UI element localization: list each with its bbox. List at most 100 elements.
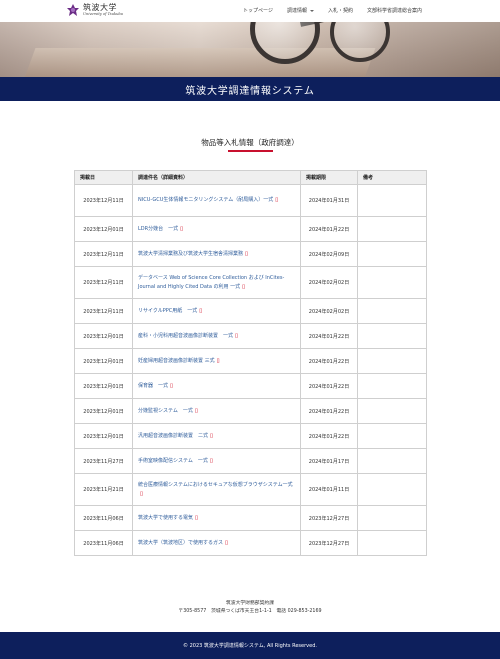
table-row: 2023年11月21日 統合医療情報システムにおけるセキュアな仮想ブラウザシステム… xyxy=(74,473,427,506)
cell-note xyxy=(357,505,427,531)
cell-deadline: 2024年02月09日 xyxy=(300,241,358,267)
item-link[interactable]: NICU-GCU生体情報モニタリングシステム（耐局購入）一式 xyxy=(138,197,273,203)
cell-note xyxy=(357,184,427,217)
cell-deadline: 2024年02月02日 xyxy=(300,266,358,299)
pdf-icon[interactable]: ▯ xyxy=(140,490,143,498)
pdf-icon[interactable]: ▯ xyxy=(217,357,220,365)
cell-deadline: 2024年01月17日 xyxy=(300,448,358,474)
pdf-icon[interactable]: ▯ xyxy=(210,457,213,465)
table-row: 2023年12月01日 汎用超音波画像診断装置 二式 ▯ 2024年01月22日 xyxy=(74,423,427,449)
pdf-icon[interactable]: ▯ xyxy=(242,283,245,291)
item-link[interactable]: 分娩監視システム 一式 xyxy=(138,408,193,414)
cell-deadline: 2024年02月02日 xyxy=(300,298,358,324)
item-link[interactable]: 筑波大学で使用する電気 xyxy=(138,515,193,521)
pdf-icon[interactable]: ▯ xyxy=(195,407,198,415)
nav-top-page-label: トップページ xyxy=(243,8,273,14)
cell-item-name: リサイクルPPC用紙 一式 ▯ xyxy=(132,298,301,324)
item-link[interactable]: LDR分娩台 一式 xyxy=(138,226,178,232)
footer-address-block: 筑波大学財務部契約課 〒305-8577 茨城県つくば市天王台1-1-1 電話 … xyxy=(0,600,500,616)
pdf-icon[interactable]: ▯ xyxy=(225,539,228,547)
cell-note xyxy=(357,398,427,424)
cell-item-name: 分娩監視システム 一式 ▯ xyxy=(132,398,301,424)
nav-procurement-info-label: 調達情報 xyxy=(286,8,307,14)
nav-mext-guide[interactable]: 文部科学省調達総合案内 xyxy=(367,7,422,14)
cell-item-name: LDR分娩台 一式 ▯ xyxy=(132,216,301,242)
item-link[interactable]: リサイクルPPC用紙 一式 xyxy=(138,308,197,314)
cell-post-date: 2023年11月06日 xyxy=(74,530,133,556)
cell-note xyxy=(357,373,427,399)
hero-book-shape xyxy=(24,48,376,77)
cell-item-name: NICU-GCU生体情報モニタリングシステム（耐局購入）一式 ▯ xyxy=(132,184,301,217)
pdf-icon[interactable]: ▯ xyxy=(170,382,173,390)
item-link[interactable]: 筑波大学清掃業務及び筑波大学生宿舎清掃業務 xyxy=(138,251,243,257)
table-row: 2023年12月11日 リサイクルPPC用紙 一式 ▯ 2024年02月02日 xyxy=(74,298,427,324)
nav-top-page[interactable]: トップページ xyxy=(243,7,273,14)
cell-deadline: 2023年12月27日 xyxy=(300,505,358,531)
item-link[interactable]: 手術室映像配信システム 一式 xyxy=(138,458,208,464)
pdf-icon[interactable]: ▯ xyxy=(245,250,248,258)
cell-post-date: 2023年12月11日 xyxy=(74,298,133,324)
cell-item-name: 筑波大学で使用する電気 ▯ xyxy=(132,505,301,531)
cell-note xyxy=(357,241,427,267)
pdf-icon[interactable]: ▯ xyxy=(195,514,198,522)
header-deadline: 掲載期限 xyxy=(300,170,358,185)
table-header-row: 掲載日 調達件名（詳細資料） 掲載期限 備考 xyxy=(74,170,427,185)
item-link[interactable]: 筑波大学（筑波地区）で使用するガス xyxy=(138,540,223,546)
university-logo[interactable]: 筑波大学 University of Tsukuba xyxy=(66,3,123,17)
cell-note xyxy=(357,473,427,506)
cell-item-name: 保育器 一式 ▯ xyxy=(132,373,301,399)
cell-post-date: 2023年12月01日 xyxy=(74,323,133,349)
item-link[interactable]: 統合医療情報システムにおけるセキュアな仮想ブラウザシステム一式 xyxy=(138,482,293,488)
nav-bidding-contract[interactable]: 入札・契約 xyxy=(328,7,353,14)
cell-note xyxy=(357,216,427,242)
table-row: 2023年12月01日 保育器 一式 ▯ 2024年01月22日 xyxy=(74,373,427,399)
cell-post-date: 2023年12月11日 xyxy=(74,241,133,267)
item-link[interactable]: 保育器 一式 xyxy=(138,383,168,389)
cell-deadline: 2024年01月22日 xyxy=(300,373,358,399)
cell-item-name: 統合医療情報システムにおけるセキュアな仮想ブラウザシステム一式 ▯ xyxy=(132,473,301,506)
table-row: 2023年11月27日 手術室映像配信システム 一式 ▯ 2024年01月17日 xyxy=(74,448,427,474)
table-row: 2023年12月11日 NICU-GCU生体情報モニタリングシステム（耐局購入）一… xyxy=(74,184,427,217)
pdf-icon[interactable]: ▯ xyxy=(275,196,278,204)
cell-item-name: 筑波大学（筑波地区）で使用するガス ▯ xyxy=(132,530,301,556)
pdf-icon[interactable]: ▯ xyxy=(199,307,202,315)
cell-post-date: 2023年11月21日 xyxy=(74,473,133,506)
cell-post-date: 2023年12月11日 xyxy=(74,266,133,299)
cell-item-name: 筑波大学清掃業務及び筑波大学生宿舎清掃業務 ▯ xyxy=(132,241,301,267)
pdf-icon[interactable]: ▯ xyxy=(210,432,213,440)
cell-item-name: 産科・小児科用超音波画像診断装置 一式 ▯ xyxy=(132,323,301,349)
pdf-icon[interactable]: ▯ xyxy=(235,332,238,340)
table-row: 2023年12月01日 産科・小児科用超音波画像診断装置 一式 ▯ 2024年01月2… xyxy=(74,323,427,349)
table-row: 2023年12月01日 LDR分娩台 一式 ▯ 2024年01月22日 xyxy=(74,216,427,242)
nav-mext-guide-label: 文部科学省調達総合案内 xyxy=(366,8,422,14)
item-link[interactable]: 妊産婦用超音波画像診断装置 三式 xyxy=(138,358,215,364)
item-link[interactable]: 産科・小児科用超音波画像診断装置 一式 xyxy=(138,333,233,339)
cell-post-date: 2023年12月01日 xyxy=(74,373,133,399)
cell-note xyxy=(357,323,427,349)
cell-note xyxy=(357,530,427,556)
nav-procurement-info[interactable]: 調達情報 xyxy=(287,7,314,14)
footer-org: 筑波大学財務部契約課 xyxy=(226,601,274,606)
table-row: 2023年12月01日 分娩監視システム 一式 ▯ 2024年01月22日 xyxy=(74,398,427,424)
main-nav: トップページ 調達情報 入札・契約 文部科学省調達総合案内 xyxy=(229,7,422,14)
procurement-table: 掲載日 調達件名（詳細資料） 掲載期限 備考 2023年12月11日 NICU-G… xyxy=(74,170,427,556)
cell-post-date: 2023年12月01日 xyxy=(74,216,133,242)
logo-japanese: 筑波大学 xyxy=(83,2,117,12)
header-item-name: 調達件名（詳細資料） xyxy=(132,170,301,185)
cell-note xyxy=(357,266,427,299)
footer-address: 〒305-8577 茨城県つくば市天王台1-1-1 電話 029-853-216… xyxy=(178,609,322,614)
top-header: 筑波大学 University of Tsukuba トップページ 調達情報 入… xyxy=(0,0,500,22)
pdf-icon[interactable]: ▯ xyxy=(180,225,183,233)
item-link[interactable]: データベース Web of Science Core Collection およ… xyxy=(138,275,284,289)
cell-deadline: 2024年01月22日 xyxy=(300,323,358,349)
cell-note xyxy=(357,298,427,324)
cell-note xyxy=(357,348,427,374)
university-emblem-icon xyxy=(66,3,80,17)
cell-deadline: 2024年01月11日 xyxy=(300,473,358,506)
item-link[interactable]: 汎用超音波画像診断装置 二式 xyxy=(138,433,208,439)
page-footer: © 2023 筑波大学調達情報システム, All Rights Reserved… xyxy=(0,632,500,659)
cell-deadline: 2024年01月22日 xyxy=(300,216,358,242)
cell-post-date: 2023年12月01日 xyxy=(74,423,133,449)
cell-deadline: 2023年12月27日 xyxy=(300,530,358,556)
cell-post-date: 2023年12月01日 xyxy=(74,348,133,374)
